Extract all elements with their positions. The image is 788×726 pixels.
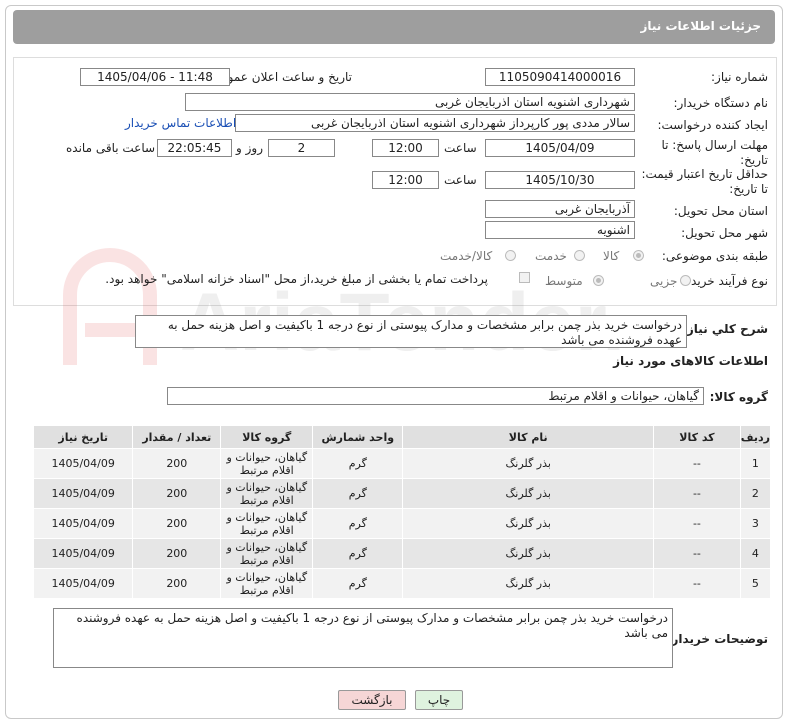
category-option-service: خدمت — [535, 249, 567, 263]
buyer-org-label: نام دستگاه خریدار: — [673, 96, 769, 110]
col-header-date: تاریخ نیاز — [32, 425, 134, 449]
row-qty: 200 — [132, 448, 222, 479]
row-index: 3 — [739, 508, 772, 539]
row-date: 1405/04/09 — [32, 538, 134, 569]
contact-info-link[interactable]: اطلاعات تماس خریدار — [125, 116, 236, 130]
category-radio-goods-service[interactable] — [505, 250, 516, 261]
row-date: 1405/04/09 — [32, 568, 134, 599]
goods-group-field: گیاهان، حیوانات و اقلام مرتبط — [167, 387, 704, 405]
remaining-time-field: 22:05:45 — [157, 139, 232, 157]
row-unit: گرم — [312, 508, 404, 539]
deadline-time-label: ساعت — [444, 141, 477, 155]
process-option-medium: متوسط — [545, 274, 583, 288]
row-index: 1 — [739, 448, 772, 479]
table-row: 1 -- بذر گلرنگ گرم گیاهان، حیوانات و اقل… — [32, 448, 772, 479]
days-field: 2 — [268, 139, 335, 157]
price-validity-label: حداقل تاریخ اعتبار قیمت: تا تاریخ: — [641, 167, 768, 196]
city-label: شهر محل تحویل: — [681, 226, 768, 240]
category-radio-service[interactable] — [574, 250, 585, 261]
payment-checkbox[interactable] — [519, 272, 530, 283]
row-name: بذر گلرنگ — [402, 478, 655, 509]
category-label: طبقه بندی موضوعی: — [661, 249, 768, 263]
row-qty: 200 — [132, 478, 222, 509]
col-header-group: گروه کالا — [220, 425, 314, 449]
row-unit: گرم — [312, 568, 404, 599]
process-label: نوع فرآیند خرید : — [683, 274, 768, 288]
row-code: -- — [653, 508, 741, 539]
buyer-org-field: شهرداری اشنویه استان اذربایجان غربی — [185, 93, 635, 111]
row-group: گیاهان، حیوانات و اقلام مرتبط — [220, 508, 314, 539]
deadline-label: مهلت ارسال پاسخ: تا تاریخ: — [661, 138, 768, 167]
row-name: بذر گلرنگ — [402, 448, 655, 479]
row-unit: گرم — [312, 478, 404, 509]
col-header-unit: واحد شمارش — [312, 425, 404, 449]
table-row: 2 -- بذر گلرنگ گرم گیاهان، حیوانات و اقل… — [32, 478, 772, 509]
announce-field: 1405/04/06 - 11:48 — [80, 68, 230, 86]
goods-section-title: اطلاعات کالاهای مورد نیاز — [613, 354, 768, 368]
creator-label: ایجاد کننده درخواست: — [657, 118, 768, 132]
row-group: گیاهان، حیوانات و اقلام مرتبط — [220, 448, 314, 479]
remaining-label: ساعت باقی مانده — [66, 141, 156, 155]
row-group: گیاهان، حیوانات و اقلام مرتبط — [220, 538, 314, 569]
summary-textarea[interactable]: درخواست خرید بذر چمن برابر مشخصات و مدار… — [135, 315, 687, 348]
table-row: 5 -- بذر گلرنگ گرم گیاهان، حیوانات و اقل… — [32, 568, 772, 599]
province-label: استان محل تحویل: — [673, 204, 768, 218]
process-radio-minor[interactable] — [680, 275, 691, 286]
process-option-minor: جزیی — [650, 274, 678, 288]
payment-note: پرداخت تمام یا بخشی از مبلغ خرید،از محل … — [105, 272, 488, 286]
print-button[interactable]: چاپ — [415, 690, 463, 710]
col-header-qty: تعداد / مقدار — [132, 425, 222, 449]
title-bar: جزئیات اطلاعات نیاز — [13, 10, 775, 44]
col-header-code: کد کالا — [653, 425, 741, 449]
row-unit: گرم — [312, 448, 404, 479]
creator-field: سالار مددی پور کارپرداز شهرداری اشنویه ا… — [235, 114, 635, 132]
need-number-label: شماره نیاز: — [711, 70, 768, 84]
col-header-name: نام کالا — [402, 425, 655, 449]
col-header-index: ردیف — [739, 425, 772, 449]
row-index: 4 — [739, 538, 772, 569]
category-option-goods-service: کالا/خدمت — [440, 249, 493, 263]
row-code: -- — [653, 538, 741, 569]
deadline-date-field: 1405/04/09 — [485, 139, 635, 157]
row-name: بذر گلرنگ — [402, 538, 655, 569]
process-radio-medium[interactable] — [593, 275, 604, 286]
row-index: 5 — [739, 568, 772, 599]
row-qty: 200 — [132, 538, 222, 569]
city-field: اشنویه — [485, 221, 635, 239]
row-date: 1405/04/09 — [32, 478, 134, 509]
days-label: روز و — [236, 141, 263, 155]
row-unit: گرم — [312, 538, 404, 569]
row-code: -- — [653, 478, 741, 509]
price-validity-time-field: 12:00 — [372, 171, 439, 189]
price-validity-date-field: 1405/10/30 — [485, 171, 635, 189]
row-index: 2 — [739, 478, 772, 509]
table-row: 4 -- بذر گلرنگ گرم گیاهان، حیوانات و اقل… — [32, 538, 772, 569]
row-group: گیاهان، حیوانات و اقلام مرتبط — [220, 478, 314, 509]
buyer-notes-textarea[interactable]: درخواست خرید بذر چمن برابر مشخصات و مدار… — [53, 608, 673, 668]
row-code: -- — [653, 448, 741, 479]
table-header-row: ردیف کد کالا نام کالا واحد شمارش گروه کا… — [32, 425, 772, 449]
need-number-field: 1105090414000016 — [485, 68, 635, 86]
category-option-goods: کالا — [603, 249, 620, 263]
row-group: گیاهان، حیوانات و اقلام مرتبط — [220, 568, 314, 599]
price-validity-time-label: ساعت — [444, 173, 477, 187]
back-button[interactable]: بازگشت — [338, 690, 406, 710]
table-row: 3 -- بذر گلرنگ گرم گیاهان، حیوانات و اقل… — [32, 508, 772, 539]
items-table: ردیف کد کالا نام کالا واحد شمارش گروه کا… — [32, 425, 772, 599]
row-date: 1405/04/09 — [32, 448, 134, 479]
row-qty: 200 — [132, 508, 222, 539]
row-date: 1405/04/09 — [32, 508, 134, 539]
buyer-notes-label: توضیحات خریدار: — [666, 632, 768, 646]
row-name: بذر گلرنگ — [402, 568, 655, 599]
row-code: -- — [653, 568, 741, 599]
row-qty: 200 — [132, 568, 222, 599]
category-radio-goods[interactable] — [633, 250, 644, 261]
deadline-time-field: 12:00 — [372, 139, 439, 157]
goods-group-label: گروه کالا: — [709, 390, 768, 404]
page-title: جزئیات اطلاعات نیاز — [640, 19, 761, 33]
row-name: بذر گلرنگ — [402, 508, 655, 539]
province-field: آذربایجان غربی — [485, 200, 635, 218]
summary-label: شرح کلي نياز: — [682, 322, 768, 336]
